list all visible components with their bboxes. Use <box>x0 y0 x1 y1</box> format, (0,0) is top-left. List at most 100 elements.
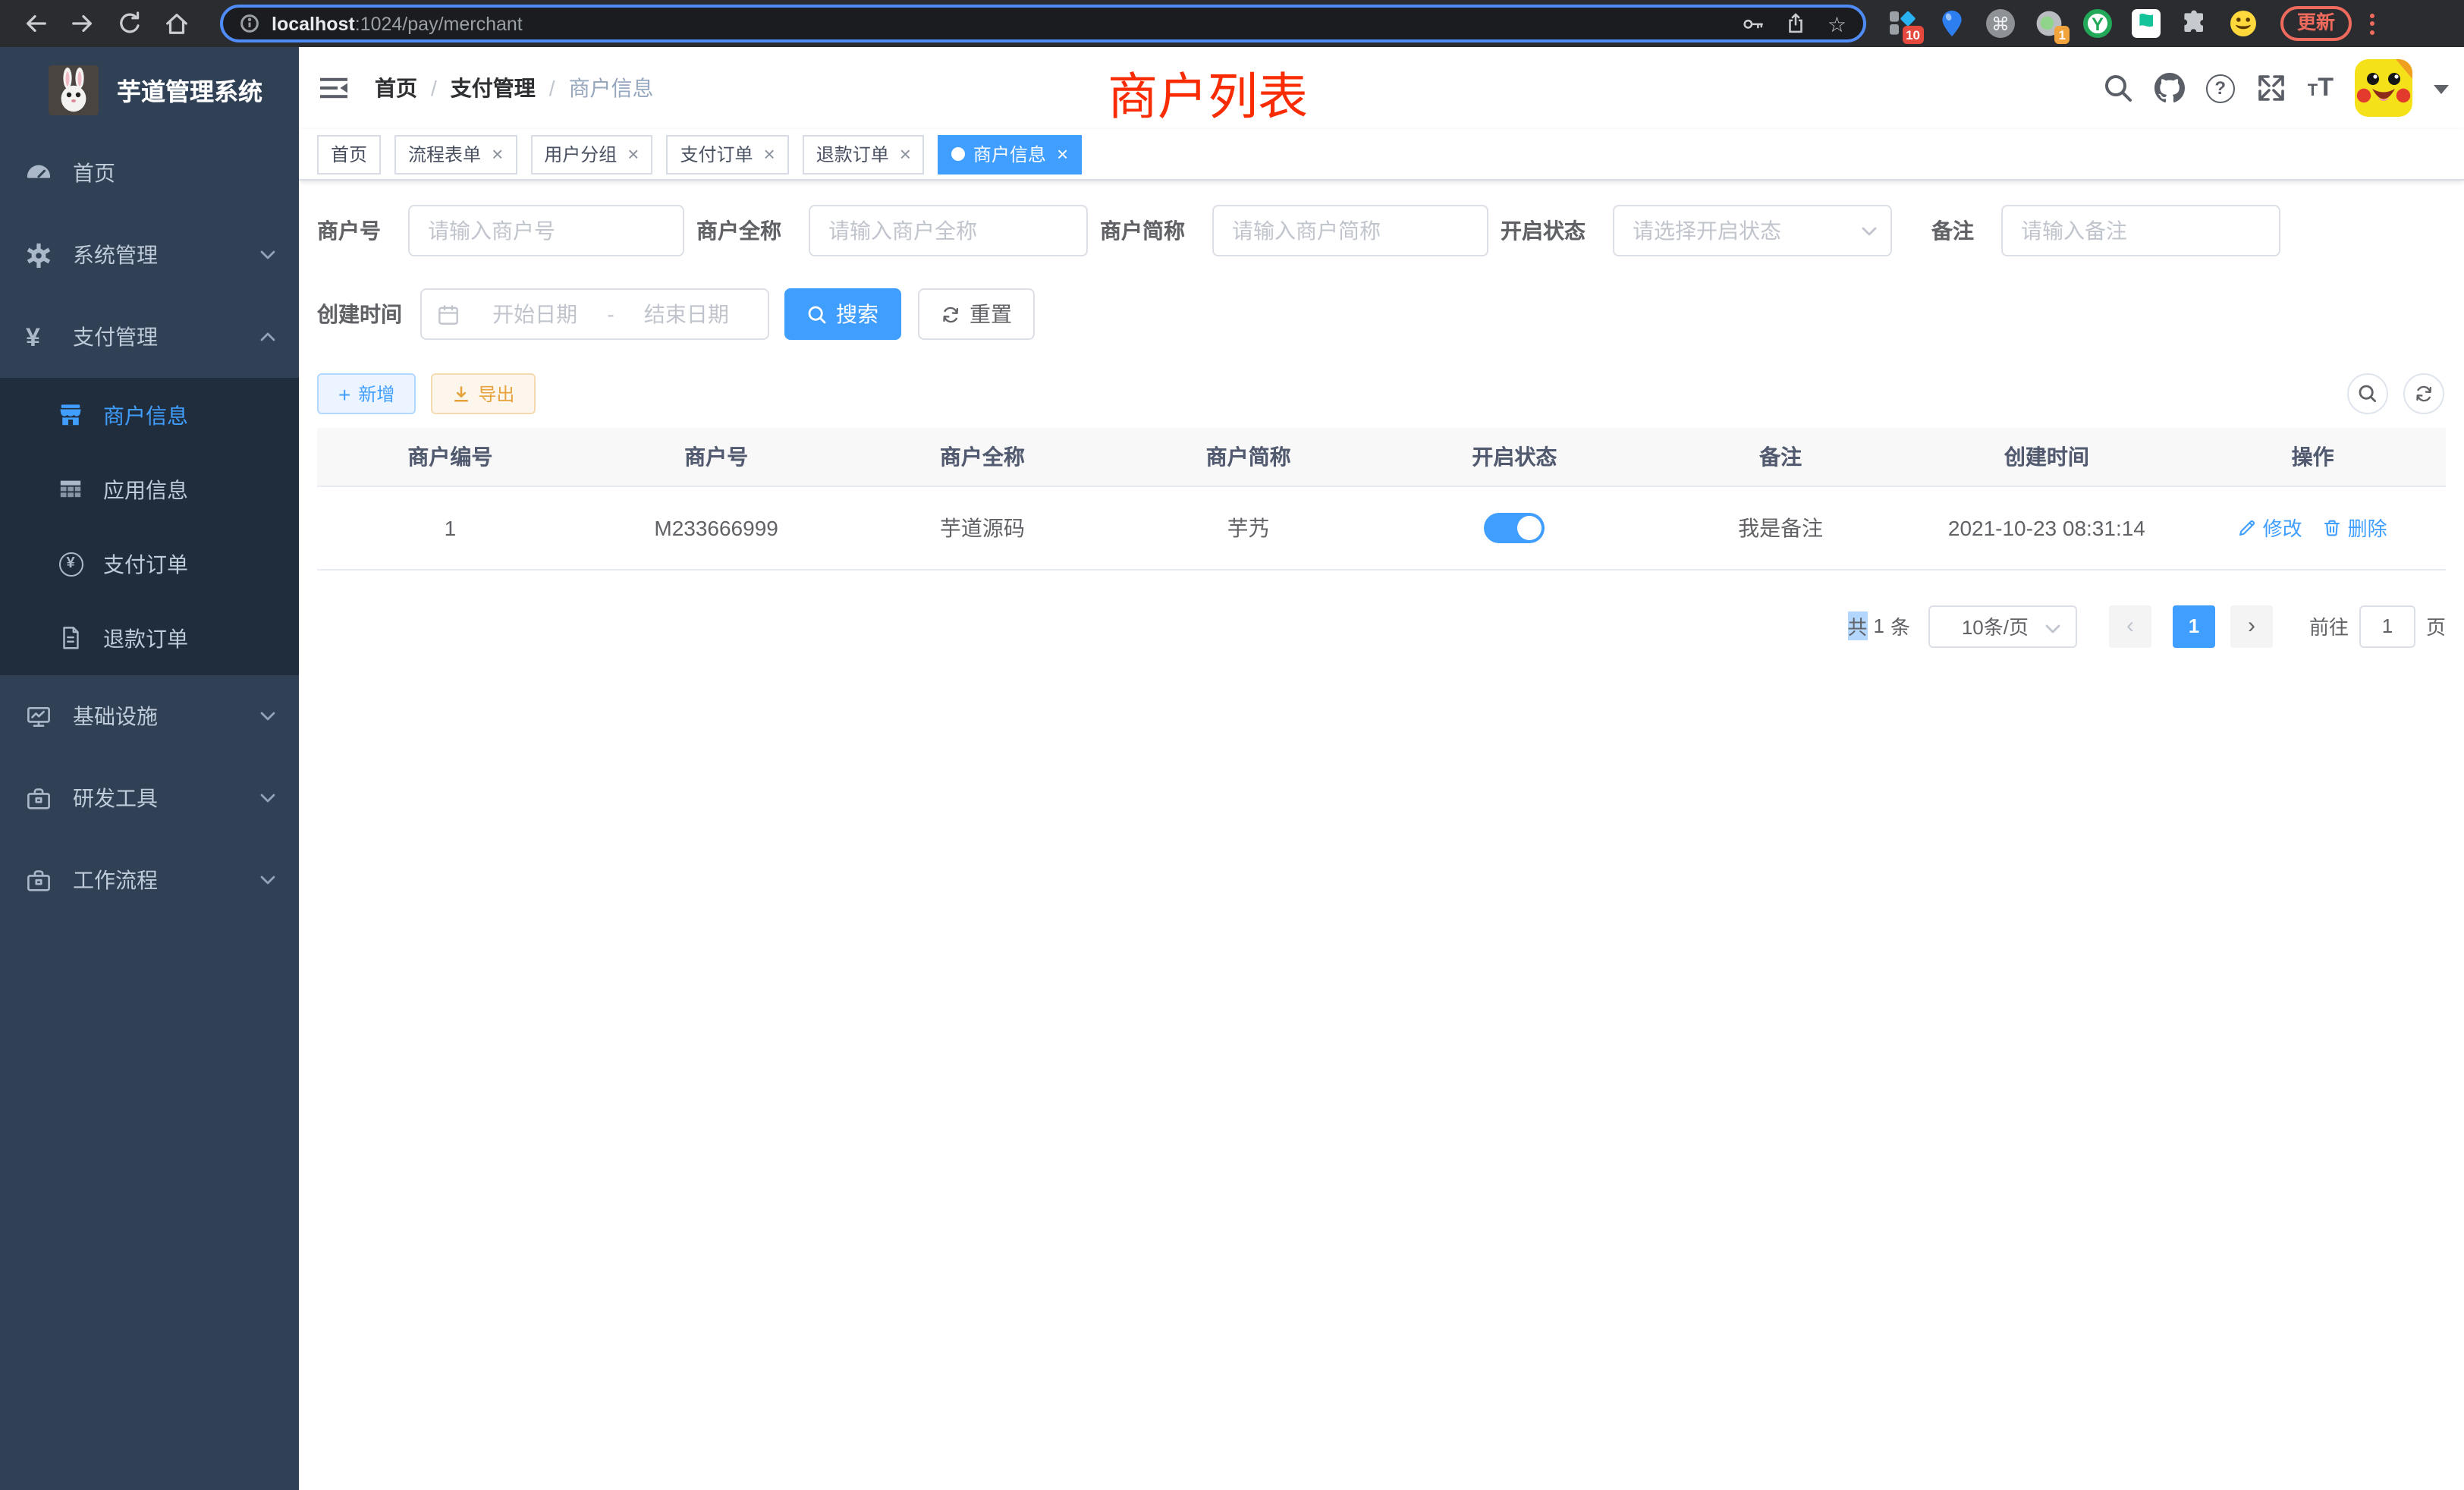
cell-merchant-id: 1 <box>317 486 583 569</box>
current-page-button[interactable]: 1 <box>2173 605 2215 647</box>
bookmark-star-icon[interactable]: ☆ <box>1828 13 1846 34</box>
key-icon[interactable] <box>1743 12 1765 35</box>
table-toolbar: + 新增 导出 <box>317 373 2446 414</box>
sidebar-item-home[interactable]: 首页 <box>0 132 299 214</box>
sidebar-item-dev-tools[interactable]: 研发工具 <box>0 757 299 839</box>
forward-icon[interactable] <box>70 11 96 36</box>
sidebar-item-pay-order[interactable]: ¥ 支付订单 <box>0 527 299 601</box>
browser-menu-icon[interactable] <box>2367 13 2376 34</box>
sidebar-item-payment[interactable]: ¥ 支付管理 <box>0 296 299 378</box>
merchant-table: 商户编号 商户号 商户全称 商户简称 开启状态 备注 创建时间 操作 1 M23… <box>317 428 2446 570</box>
breadcrumb-current: 商户信息 <box>569 73 654 103</box>
annotation-merchant-list: 商户列表 <box>1108 56 1308 129</box>
total-prefix: 共 <box>1847 611 1867 640</box>
sidebar-toggle-icon[interactable] <box>319 73 349 103</box>
ext-command-icon[interactable]: ⌘ <box>1986 9 2015 38</box>
chevron-down-icon <box>259 249 276 261</box>
avatar-caret-icon[interactable] <box>2434 84 2449 101</box>
font-size-icon[interactable]: TT <box>2308 77 2334 100</box>
help-icon[interactable]: ? <box>2206 74 2235 102</box>
close-icon[interactable]: × <box>764 144 775 164</box>
breadcrumb-separator: / <box>549 76 555 100</box>
sidebar-item-label: 支付管理 <box>73 322 158 352</box>
tab-pay-order[interactable]: 支付订单× <box>666 134 788 174</box>
merchant-fullname-input[interactable] <box>809 205 1088 256</box>
sidebar-item-refund-order[interactable]: 退款订单 <box>0 601 299 675</box>
close-icon[interactable]: × <box>1057 144 1068 164</box>
ext-proxy-icon[interactable]: 1 <box>2035 9 2063 38</box>
ext-flag-icon[interactable] <box>2132 9 2161 38</box>
close-icon[interactable]: × <box>900 144 911 164</box>
page-size-select[interactable]: 10条/页 <box>1928 605 2077 647</box>
sidebar-item-infrastructure[interactable]: 基础设施 <box>0 675 299 757</box>
sidebar-item-label: 工作流程 <box>73 865 158 895</box>
merchant-no-input[interactable] <box>408 205 684 256</box>
sidebar-item-merchant-info[interactable]: 商户信息 <box>0 378 299 452</box>
ext-emoji-icon[interactable] <box>2229 9 2258 38</box>
avatar[interactable] <box>2355 59 2412 117</box>
fullscreen-icon[interactable] <box>2256 73 2286 103</box>
merchant-shortname-input[interactable] <box>1212 205 1488 256</box>
github-icon[interactable] <box>2154 73 2185 103</box>
status-select[interactable] <box>1613 205 1892 256</box>
tab-home[interactable]: 首页 <box>317 134 381 174</box>
status-label: 开启状态 <box>1501 215 1613 246</box>
close-icon[interactable]: × <box>627 144 639 164</box>
close-icon[interactable]: × <box>492 144 503 164</box>
reload-icon[interactable] <box>117 11 143 36</box>
next-page-button[interactable]: › <box>2230 605 2273 647</box>
date-range-picker[interactable]: 开始日期 - 结束日期 <box>420 288 769 340</box>
extensions-puzzle-icon[interactable] <box>2180 9 2209 38</box>
browser-toolbar: localhost:1024/pay/merchant ☆ 10 ⌘ 1 Y <box>0 0 2464 47</box>
table-header-row: 商户编号 商户号 商户全称 商户简称 开启状态 备注 创建时间 操作 <box>317 428 2446 486</box>
chrome-update-button[interactable]: 更新 <box>2280 6 2352 41</box>
tab-merchant-info[interactable]: 商户信息× <box>938 134 1082 174</box>
app-title: 芋道管理系统 <box>117 71 262 108</box>
delete-link[interactable]: 删除 <box>2324 513 2387 542</box>
col-merchant-no: 商户号 <box>583 428 850 486</box>
payment-submenu: 商户信息 应用信息 ¥ 支付订单 退款订单 <box>0 378 299 675</box>
end-date-placeholder[interactable]: 结束日期 <box>621 299 753 329</box>
top-navbar: 首页 / 支付管理 / 商户信息 商户列表 ? TT <box>299 47 2464 129</box>
breadcrumb-separator: / <box>431 76 437 100</box>
cell-short-name: 芋艿 <box>1115 486 1381 569</box>
prev-page-button[interactable]: ‹ <box>2109 605 2151 647</box>
table-row: 1 M233666999 芋道源码 芋艿 我是备注 2021-10-23 08:… <box>317 486 2446 569</box>
app-logo-row[interactable]: 芋道管理系统 <box>0 47 299 132</box>
page-content: 商户号 商户全称 商户简称 开启状态 <box>299 181 2464 647</box>
tab-process-form[interactable]: 流程表单× <box>394 134 517 174</box>
tab-user-group[interactable]: 用户分组× <box>530 134 652 174</box>
sidebar-item-workflow[interactable]: 工作流程 <box>0 839 299 921</box>
sidebar-item-system[interactable]: 系统管理 <box>0 214 299 296</box>
start-date-placeholder[interactable]: 开始日期 <box>469 299 601 329</box>
breadcrumb-item[interactable]: 支付管理 <box>451 73 536 103</box>
address-bar[interactable]: localhost:1024/pay/merchant ☆ <box>220 5 1866 42</box>
home-icon[interactable] <box>164 11 190 36</box>
date-separator: - <box>601 302 620 326</box>
status-toggle[interactable] <box>1484 512 1545 542</box>
chevron-down-icon <box>259 874 276 886</box>
table-grid-icon <box>58 476 83 502</box>
export-button[interactable]: 导出 <box>431 373 536 414</box>
breadcrumb-item[interactable]: 首页 <box>375 73 417 103</box>
search-icon[interactable] <box>2103 73 2133 103</box>
tab-refund-order[interactable]: 退款订单× <box>803 134 925 174</box>
briefcase-icon <box>26 867 52 893</box>
ext-y-icon[interactable]: Y <box>2083 9 2112 38</box>
logo-rabbit-image <box>49 64 99 115</box>
reset-button[interactable]: 重置 <box>918 288 1035 340</box>
back-icon[interactable] <box>23 11 49 36</box>
refresh-button[interactable] <box>2403 373 2444 414</box>
add-button[interactable]: + 新增 <box>317 373 416 414</box>
ext-pin-icon[interactable] <box>1938 9 1966 38</box>
remark-input[interactable] <box>2001 205 2280 256</box>
col-status: 开启状态 <box>1381 428 1648 486</box>
site-info-icon[interactable] <box>240 14 259 33</box>
edit-link[interactable]: 修改 <box>2239 513 2302 542</box>
share-icon[interactable] <box>1785 12 1808 35</box>
search-button[interactable]: 搜索 <box>784 288 901 340</box>
goto-page-input[interactable] <box>2359 605 2415 647</box>
show-search-button[interactable] <box>2347 373 2388 414</box>
ext-monkey-icon[interactable]: 10 <box>1889 9 1918 38</box>
sidebar-item-app-info[interactable]: 应用信息 <box>0 452 299 527</box>
